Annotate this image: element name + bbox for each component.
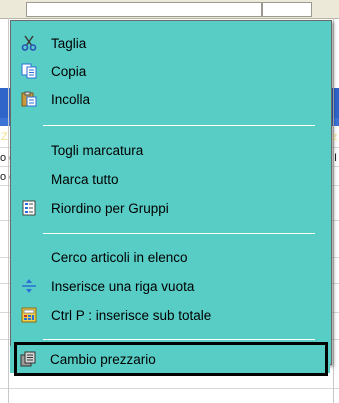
menu-separator	[43, 339, 315, 340]
grid-column	[8, 18, 9, 403]
menu-item-ctrl-p-sub-totale[interactable]: Ctrl P : inserisce sub totale	[11, 302, 331, 328]
selection-highlight-frame	[14, 342, 328, 376]
menu-item-label: Taglia	[51, 35, 87, 51]
menu-item-togli-marcatura[interactable]: Togli marcatura	[11, 137, 331, 163]
menu-item-label: Togli marcatura	[51, 142, 144, 158]
menu-item-label: Incolla	[51, 91, 91, 107]
menu-item-taglia[interactable]: Taglia	[11, 30, 331, 56]
menu-item-cerco-articoli[interactable]: Cerco articoli in elenco	[11, 244, 331, 270]
sort-list-icon	[22, 200, 36, 216]
cell-text: z	[332, 131, 338, 143]
context-menu: Taglia Copia Incolla Togli marcatura Mar…	[10, 20, 332, 365]
menu-item-incolla[interactable]: Incolla	[11, 86, 331, 112]
toolbar-field[interactable]	[262, 2, 312, 17]
grid-line	[0, 388, 339, 389]
subtotal-icon	[21, 307, 37, 323]
menu-item-label: Inserisce una riga vuota	[51, 278, 195, 294]
menu-item-label: Copia	[51, 63, 87, 79]
menu-separator	[43, 125, 315, 126]
menu-item-label: Marca tutto	[51, 171, 119, 187]
insert-row-icon	[22, 279, 36, 293]
toolbar-field[interactable]	[26, 2, 262, 17]
menu-item-label: Riordino per Gruppi	[51, 200, 169, 216]
menu-item-copia[interactable]: Copia	[11, 58, 331, 84]
menu-item-label: Ctrl P : inserisce sub totale	[51, 307, 212, 323]
menu-item-riordino-per-gruppi[interactable]: Riordino per Gruppi	[11, 195, 331, 221]
menu-separator	[43, 233, 315, 234]
cell-text: Z	[1, 131, 8, 143]
cell-text: I	[334, 152, 338, 164]
scissors-icon	[21, 35, 37, 51]
paste-icon	[21, 91, 37, 107]
grid-column	[333, 18, 334, 403]
copy-icon	[21, 63, 37, 79]
menu-item-inserisce-riga-vuota[interactable]: Inserisce una riga vuota	[11, 273, 331, 299]
menu-item-label: Cerco articoli in elenco	[51, 249, 188, 265]
menu-item-marca-tutto[interactable]: Marca tutto	[11, 166, 331, 192]
toolbar-strip	[0, 0, 339, 19]
